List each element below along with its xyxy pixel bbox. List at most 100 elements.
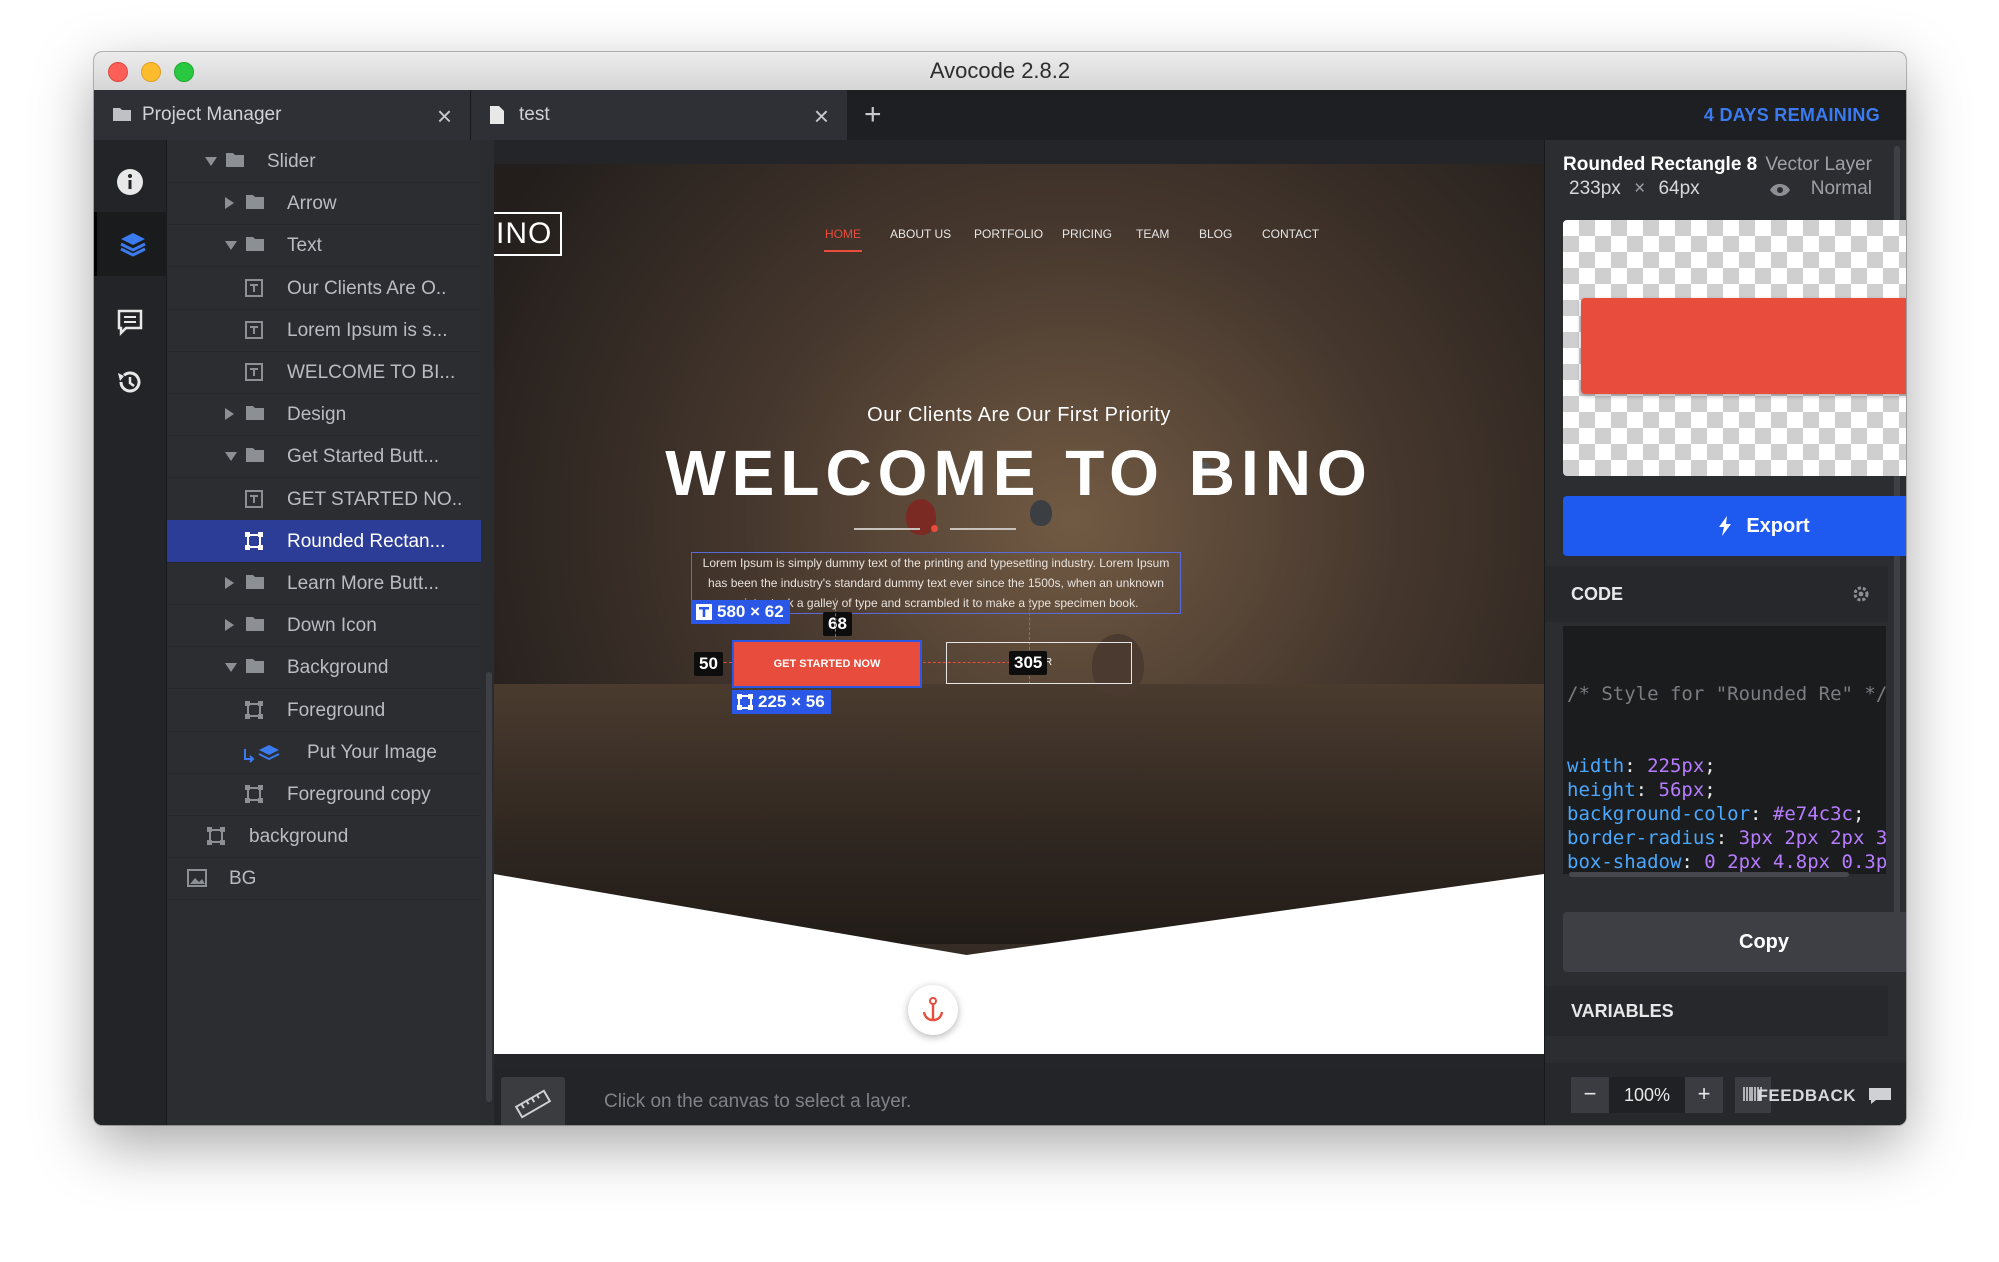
- nav-portfolio[interactable]: PORTFOLIO: [974, 227, 1043, 241]
- comments-button[interactable]: [94, 290, 166, 354]
- side-icon-bar: [94, 140, 169, 1125]
- hero-headline[interactable]: WELCOME TO BINO: [494, 436, 1544, 510]
- layer-name: BG: [229, 868, 257, 890]
- expand-arrow-right-icon[interactable]: [225, 619, 234, 632]
- down-scroll-button[interactable]: [908, 985, 958, 1035]
- code-title: CODE: [1571, 584, 1624, 604]
- layer-row[interactable]: Rounded Rectan...: [167, 519, 481, 563]
- zoom-in-button[interactable]: +: [1685, 1077, 1723, 1113]
- expand-arrow-down-icon[interactable]: [225, 452, 237, 462]
- code-line: border-radius: 3px 2px 2px 3px;: [1567, 826, 1886, 850]
- get-started-button[interactable]: GET STARTED NOW: [732, 640, 922, 688]
- zoom-out-button[interactable]: −: [1571, 1077, 1609, 1113]
- layer-row[interactable]: Down Icon: [167, 604, 481, 648]
- layer-name: Foreground: [287, 699, 386, 721]
- copy-button[interactable]: Copy: [1563, 912, 1906, 972]
- code-section-header[interactable]: CODE: [1545, 566, 1888, 622]
- code-block[interactable]: /* Style for "Rounded Re" */ width: 225p…: [1563, 626, 1886, 874]
- code-punctuation: ;: [1704, 779, 1716, 801]
- layers-button[interactable]: [94, 212, 169, 276]
- code-line: box-shadow: 0 2px 4.8px 0.3px rgba: [1567, 850, 1886, 874]
- nav-home[interactable]: HOME: [825, 227, 861, 241]
- expand-arrow-right-icon[interactable]: [225, 408, 234, 421]
- css-property: height: [1567, 779, 1636, 801]
- layer-name: Put Your Image: [307, 741, 437, 763]
- code-line: width: 225px;: [1567, 754, 1886, 778]
- feedback-chat-icon[interactable]: [1868, 1087, 1892, 1105]
- export-button[interactable]: Export: [1563, 496, 1906, 556]
- smart-object-icon: [241, 743, 281, 769]
- expand-arrow-right-icon[interactable]: [225, 197, 234, 210]
- artboard[interactable]: INO HOME ABOUT US PORTFOLIO PRICING TEAM…: [494, 164, 1544, 1054]
- info-button[interactable]: [94, 150, 166, 214]
- expand-arrow-down-icon[interactable]: [225, 663, 237, 673]
- feedback-link[interactable]: FEEDBACK: [1758, 1086, 1856, 1106]
- nav-about[interactable]: ABOUT US: [890, 227, 951, 241]
- eye-icon[interactable]: [1769, 181, 1791, 203]
- nav-team[interactable]: TEAM: [1136, 227, 1169, 241]
- folder-icon: [245, 447, 265, 469]
- code-punctuation: :: [1750, 803, 1773, 825]
- layer-name: Get Started Butt...: [287, 446, 440, 468]
- code-punctuation: :: [1624, 755, 1648, 777]
- tab-test[interactable]: test ×: [471, 90, 847, 140]
- layer-row[interactable]: Get Started Butt...: [167, 435, 481, 479]
- site-logo: INO: [494, 212, 562, 256]
- layer-row[interactable]: BG: [167, 857, 481, 901]
- measure-guide: [835, 598, 836, 642]
- expand-arrow-down-icon[interactable]: [205, 157, 217, 166]
- folder-icon: [245, 194, 265, 216]
- add-tab-icon[interactable]: +: [864, 98, 882, 132]
- expand-arrow-right-icon[interactable]: [225, 577, 234, 589]
- nav-active-underline: [824, 250, 862, 252]
- layer-height[interactable]: 64px: [1658, 178, 1699, 199]
- layer-name: Design: [287, 404, 347, 426]
- layer-row[interactable]: Design: [167, 393, 481, 437]
- layer-row[interactable]: Foreground copy: [167, 773, 481, 816]
- expand-arrow-down-icon[interactable]: [225, 241, 237, 251]
- layer-row[interactable]: background: [167, 815, 481, 859]
- app-window: Avocode 2.8.2 Project Manager × test × +…: [94, 52, 1906, 1125]
- layer-name: Lorem Ipsum is s...: [287, 319, 448, 341]
- tab-project-manager[interactable]: Project Manager ×: [94, 90, 471, 140]
- trial-days-remaining[interactable]: 4 DAYS REMAINING: [1704, 105, 1880, 126]
- layer-row[interactable]: Lorem Ipsum is s...: [167, 309, 481, 352]
- layer-row[interactable]: Learn More Butt...: [167, 562, 481, 605]
- text-layer-icon: [245, 363, 263, 387]
- zoom-level[interactable]: 100%: [1609, 1077, 1685, 1113]
- dimension-separator: ×: [1634, 178, 1646, 199]
- layer-row[interactable]: Our Clients Are O..: [167, 267, 481, 310]
- layer-row[interactable]: Foreground: [167, 689, 481, 732]
- layer-row[interactable]: Text: [167, 224, 481, 268]
- layer-row[interactable]: Slider: [167, 140, 481, 183]
- canvas-area[interactable]: INO HOME ABOUT US PORTFOLIO PRICING TEAM…: [494, 140, 1544, 1125]
- folder-icon: [245, 616, 265, 638]
- layer-row[interactable]: Put Your Image: [167, 731, 481, 774]
- code-line: height: 56px;: [1567, 778, 1886, 802]
- gear-icon[interactable]: [1852, 585, 1870, 603]
- lightning-icon: [1719, 516, 1732, 536]
- close-tab-icon[interactable]: ×: [814, 101, 829, 132]
- nav-blog[interactable]: BLOG: [1199, 227, 1232, 241]
- history-button[interactable]: [94, 350, 166, 414]
- variables-section-header[interactable]: VARIABLES: [1545, 986, 1888, 1036]
- nav-contact[interactable]: CONTACT: [1262, 227, 1319, 241]
- layers-panel: Slider Arrow Text Our Clients Are O.. Lorem …: [167, 140, 481, 1125]
- css-value: #e74c3c: [1772, 803, 1853, 825]
- gap-right-measure: 305: [1009, 651, 1048, 675]
- code-scrollbar[interactable]: [1569, 872, 1849, 877]
- layer-row[interactable]: WELCOME TO BI...: [167, 351, 481, 394]
- layer-name: Slider: [267, 151, 316, 172]
- code-punctuation: ;: [1704, 755, 1716, 777]
- measure-tool-button[interactable]: [501, 1077, 565, 1125]
- layer-row[interactable]: Arrow: [167, 182, 481, 226]
- folder-icon: [225, 152, 245, 174]
- close-tab-icon[interactable]: ×: [437, 101, 452, 132]
- layer-width[interactable]: 233px: [1569, 178, 1621, 199]
- layer-row[interactable]: Background: [167, 646, 481, 690]
- hero-subtitle[interactable]: Our Clients Are Our First Priority: [494, 404, 1544, 427]
- layer-preview: [1563, 220, 1906, 476]
- layer-row[interactable]: GET STARTED NO..: [167, 478, 481, 521]
- layers-scrollbar[interactable]: [486, 672, 492, 1102]
- nav-pricing[interactable]: PRICING: [1062, 227, 1112, 241]
